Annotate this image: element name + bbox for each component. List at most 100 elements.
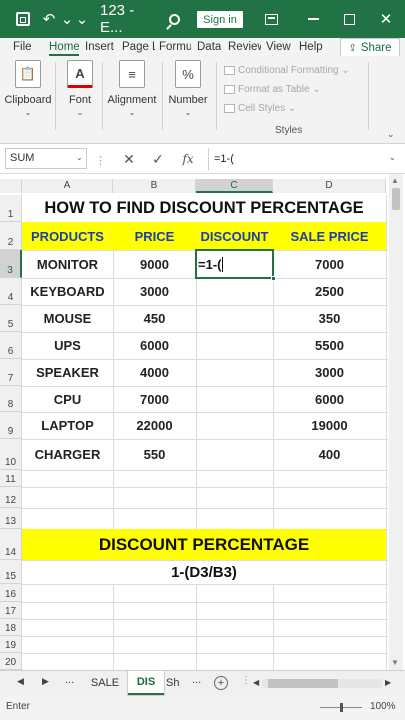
discount-cell[interactable] [196, 386, 273, 412]
header-price[interactable]: PRICE [113, 222, 196, 250]
row-header[interactable]: 2 [0, 222, 22, 250]
tab-review[interactable]: Review [228, 38, 261, 56]
name-box[interactable]: SUM [5, 148, 87, 169]
alignment-group[interactable]: ≡ Alignment ⌄ [108, 60, 156, 117]
row-header[interactable]: 14 [0, 529, 22, 560]
sheet-tab-sale[interactable]: SALE [84, 671, 126, 695]
row-header[interactable]: 7 [0, 359, 22, 386]
sale-price-cell[interactable]: 2500 [273, 278, 386, 305]
close-icon[interactable]: ✕ [371, 0, 401, 38]
vertical-scrollbar[interactable]: ▲ ▼ [389, 174, 403, 670]
column-header-b[interactable]: B [113, 179, 196, 193]
column-header-c[interactable]: C [196, 179, 273, 193]
product-cell[interactable]: CPU [22, 386, 113, 412]
tab-formulas[interactable]: Formu [159, 38, 191, 56]
row-header[interactable]: 18 [0, 619, 22, 636]
discount-cell[interactable] [196, 412, 273, 439]
tab-split-handle-icon[interactable]: ⋮ [241, 675, 251, 686]
row-header[interactable]: 1 [0, 195, 22, 222]
enter-icon[interactable]: ✓ [146, 149, 170, 169]
discount-cell-editing[interactable]: =1-( [197, 251, 224, 277]
row-header[interactable]: 19 [0, 636, 22, 653]
number-group[interactable]: % Number ⌄ [168, 60, 208, 117]
sign-in-button[interactable]: Sign in [197, 11, 243, 28]
sale-price-cell[interactable]: 5500 [273, 332, 386, 359]
product-cell[interactable]: LAPTOP [22, 412, 113, 439]
row-header[interactable]: 20 [0, 653, 22, 670]
price-cell[interactable]: 7000 [113, 386, 196, 412]
discount-cell[interactable] [196, 332, 273, 359]
tab-insert[interactable]: Insert [85, 38, 117, 56]
more-sheets-right[interactable]: ... [192, 674, 201, 686]
add-sheet-icon[interactable]: + [214, 676, 228, 690]
row-header[interactable]: 10 [0, 439, 22, 470]
previous-sheet-icon[interactable]: ◀ [17, 676, 24, 687]
collapse-ribbon-icon[interactable]: ⌄ [387, 129, 395, 140]
column-header-d[interactable]: D [273, 179, 386, 193]
minimize-icon[interactable] [300, 0, 326, 38]
price-cell[interactable]: 4000 [113, 359, 196, 386]
cancel-icon[interactable]: ✕ [117, 149, 141, 169]
row-header[interactable]: 5 [0, 305, 22, 332]
sheet-tab-dis[interactable]: DIS [128, 671, 164, 695]
header-discount[interactable]: DISCOUNT [196, 222, 273, 250]
product-cell[interactable]: UPS [22, 332, 113, 359]
insert-function-icon[interactable]: fx [176, 149, 200, 169]
price-cell[interactable]: 450 [113, 305, 196, 332]
header-products[interactable]: PRODUCTS [22, 222, 113, 250]
product-cell[interactable]: KEYBOARD [22, 278, 113, 305]
spreadsheet-grid[interactable]: A B C D 1 2 3 4 5 6 7 8 9 10 11 12 13 14… [0, 174, 405, 670]
price-cell[interactable]: 22000 [113, 412, 196, 439]
product-cell[interactable]: MOUSE [22, 305, 113, 332]
sheet-title[interactable]: HOW TO FIND DISCOUNT PERCENTAGE [22, 195, 386, 222]
row-header[interactable]: 6 [0, 332, 22, 359]
price-cell[interactable]: 3000 [113, 278, 196, 305]
sheet-tab-sh[interactable]: Sh [166, 671, 188, 695]
scroll-left-icon[interactable]: ◀ [253, 678, 259, 687]
ribbon-display-options-icon[interactable] [260, 0, 282, 38]
row-header[interactable]: 13 [0, 508, 22, 529]
zoom-slider-knob[interactable] [340, 703, 343, 712]
tab-help[interactable]: Help [299, 38, 325, 56]
scroll-right-icon[interactable]: ▶ [385, 678, 391, 687]
save-icon[interactable] [10, 0, 36, 38]
vertical-scroll-thumb[interactable] [392, 188, 400, 210]
column-header-a[interactable]: A [22, 179, 113, 193]
product-cell[interactable]: SPEAKER [22, 359, 113, 386]
discount-cell[interactable] [196, 305, 273, 332]
conditional-formatting-button[interactable]: Conditional Formatting ⌄ [224, 65, 350, 76]
active-cell-c3[interactable]: =1-( [195, 249, 276, 281]
tab-page-layout[interactable]: Page L [122, 38, 155, 56]
row-header[interactable]: 3 [0, 250, 22, 278]
product-cell[interactable]: CHARGER [22, 439, 113, 470]
sale-price-cell[interactable]: 7000 [273, 250, 386, 278]
row-header[interactable]: 12 [0, 487, 22, 508]
share-button[interactable]: ⇪ Share [340, 38, 400, 58]
row-header[interactable]: 9 [0, 412, 22, 439]
select-all-corner[interactable] [0, 179, 22, 193]
horizontal-scroll-thumb[interactable] [268, 679, 338, 688]
discount-formula-text[interactable]: 1-(D3/B3) [22, 560, 386, 584]
discount-cell[interactable] [196, 359, 273, 386]
row-header[interactable]: 17 [0, 602, 22, 619]
sale-price-cell[interactable]: 350 [273, 305, 386, 332]
sale-price-cell[interactable]: 19000 [273, 412, 386, 439]
undo-icon[interactable]: ↶ [38, 0, 60, 38]
price-cell[interactable]: 6000 [113, 332, 196, 359]
scroll-up-icon[interactable]: ▲ [391, 176, 399, 185]
search-icon[interactable] [163, 0, 185, 38]
next-sheet-icon[interactable]: ▶ [42, 676, 49, 687]
discount-percentage-banner[interactable]: DISCOUNT PERCENTAGE [22, 529, 386, 560]
sale-price-cell[interactable]: 400 [273, 439, 386, 470]
maximize-icon[interactable] [336, 0, 362, 38]
clipboard-group[interactable]: 📋 Clipboard ⌄ [4, 60, 52, 117]
sale-price-cell[interactable]: 3000 [273, 359, 386, 386]
row-header[interactable]: 11 [0, 470, 22, 487]
customize-toolbar-icon[interactable]: ⌄ [76, 0, 89, 38]
row-header[interactable]: 16 [0, 584, 22, 602]
tab-file[interactable]: File [13, 38, 33, 56]
tab-data[interactable]: Data [197, 38, 221, 56]
tab-home[interactable]: Home [49, 38, 79, 56]
undo-dropdown-icon[interactable]: ⌄ [60, 0, 74, 38]
header-sale-price[interactable]: SALE PRICE [273, 222, 386, 250]
